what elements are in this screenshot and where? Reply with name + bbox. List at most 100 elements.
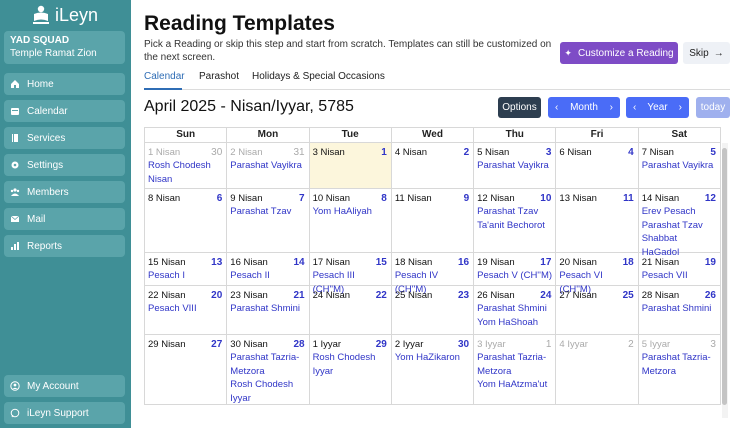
app-logo[interactable]: iLeyn [32,4,98,26]
nav-item-mail[interactable]: Mail [4,208,125,230]
calendar-event[interactable]: Pesach II [230,269,305,283]
calendar-event[interactable]: Parashat Tazria-Metzora [642,351,717,378]
nav-item-support[interactable]: iLeyn Support [4,402,125,424]
calendar-day-cell[interactable]: 10 Nisan 8 Yom HaAliyah [310,189,392,252]
nav-item-calendar[interactable]: Calendar [4,100,125,122]
calendar-event[interactable]: Parashat Vayikra [642,159,717,173]
calendar-event[interactable]: Yom HaShoah [477,316,552,330]
calendar-week-row: 8 Nisan 6 9 Nisan 7 Parashat Tzav 10 Nisan 8 Yo… [145,189,721,258]
options-button[interactable]: Options [498,97,541,118]
calendar-day-cell[interactable]: 3 Iyyar 1 Parashat Tazria-Metzora Yom HaAtz… [474,335,557,404]
calendar-event[interactable]: Parashat Shmini [477,302,552,316]
prev-year-button[interactable]: ‹ [633,102,636,113]
gregorian-date: 22 [375,290,387,301]
calendar-day-cell[interactable]: 11 Nisan 9 [392,189,475,252]
customize-reading-button[interactable]: ✦ Customize a Reading [560,42,678,64]
calendar-event[interactable]: Rosh Chodesh Iyyar [230,378,305,405]
calendar-event[interactable]: Parashat Shmini [642,302,717,316]
calendar-day-cell[interactable]: 16 Nisan 14 Pesach II [227,253,310,285]
calendar-day-cell[interactable]: 27 Nisan 25 [556,286,639,334]
calendar-day-cell[interactable]: 18 Nisan 16 Pesach IV (CH''M) [392,253,475,295]
tab-calendar[interactable]: Calendar [144,68,185,90]
tab-parashot[interactable]: Parashot [199,68,239,90]
calendar-day-cell[interactable]: 26 Nisan 24 Parashat Shmini Yom HaShoah [474,286,557,334]
calendar-day-cell[interactable]: 2 Iyyar 30 Yom HaZikaron [392,335,475,404]
calendar-scroll-thumb[interactable] [722,148,727,405]
calendar-day-cell[interactable]: 12 Nisan 10 Parashat Tzav Ta'anit Bechorot [474,189,557,252]
calendar-event[interactable]: Parashat Tazria-Metzora [230,351,305,378]
nav-item-members[interactable]: Members [4,181,125,203]
calendar-event[interactable]: Pesach VII [642,269,717,283]
calendar-event[interactable]: Rosh Chodesh Nisan [148,159,223,186]
calendar-event[interactable]: Parashat Tazria-Metzora [477,351,552,378]
gregorian-date: 18 [622,257,634,268]
calendar-day-cell[interactable]: 30 Nisan 28 Parashat Tazria-Metzora Rosh Ch… [227,335,310,405]
calendar-event[interactable]: Yom HaAliyah [313,205,388,219]
calendar-day-cell[interactable]: 9 Nisan 7 Parashat Tzav [227,189,310,252]
calendar-event[interactable]: Erev Pesach [642,205,717,219]
calendar-event[interactable]: Parashat Vayikra [477,159,552,173]
hebrew-date: 7 Nisan [641,147,674,158]
calendar-event[interactable]: Parashat Vayikra [230,159,305,173]
calendar-day-cell[interactable]: 5 Iyyar 3 Parashat Tazria-Metzora [639,335,721,404]
calendar-event[interactable]: Pesach I [148,269,223,283]
calendar-event[interactable]: Pesach VIII [148,302,223,316]
skip-button[interactable]: Skip → [683,42,730,64]
gregorian-date: 31 [293,147,305,158]
bar-chart-icon [10,241,20,251]
calendar-day-cell-today[interactable]: 3 Nisan 1 [309,143,392,188]
nav-item-settings[interactable]: Settings [4,154,125,176]
calendar-event[interactable]: Pesach V (CH''M) [477,269,552,283]
calendar-day-cell[interactable]: 22 Nisan 20 Pesach VIII [145,286,228,334]
calendar-day-cell[interactable]: 8 Nisan 6 [145,189,228,252]
calendar-day-cell[interactable]: 1 Nisan 30 Rosh Chodesh Nisan [145,143,228,188]
calendar-event[interactable]: Parashat Shmini [230,302,305,316]
calendar-day-cell[interactable]: 29 Nisan 27 [145,335,228,404]
nav-item-my-account[interactable]: My Account [4,375,125,397]
nav-item-home[interactable]: Home [4,73,125,95]
nav-item-reports[interactable]: Reports [4,235,125,257]
day-of-week-header: Sun [145,127,228,143]
calendar-event[interactable]: Ta'anit Bechorot [477,219,552,233]
prev-month-button[interactable]: ‹ [555,102,558,113]
calendar-day-cell[interactable]: 25 Nisan 23 [392,286,475,334]
next-month-button[interactable]: › [610,102,613,113]
calendar-day-cell[interactable]: 20 Nisan 18 Pesach VI (CH''M) [556,253,639,295]
tab-holidays[interactable]: Holidays & Special Occasions [252,68,385,90]
hebrew-date: 3 Nisan [312,147,345,158]
calendar-day-cell[interactable]: 24 Nisan 22 [310,286,392,334]
calendar-event[interactable]: Parashat Tzav [230,205,305,219]
calendar-day-cell[interactable]: 15 Nisan 13 Pesach I [145,253,228,285]
calendar-event[interactable]: Rosh Chodesh Iyyar [313,351,388,378]
gregorian-date: 9 [463,193,470,204]
calendar-day-cell[interactable]: 4 Iyyar 2 [556,335,639,404]
calendar-event[interactable]: Yom HaZikaron [395,351,470,365]
calendar-event[interactable]: Parashat Tzav [477,205,552,219]
next-year-button[interactable]: › [679,102,682,113]
calendar-day-cell[interactable]: 6 Nisan 4 [556,143,639,188]
calendar-day-cell[interactable]: 4 Nisan 2 [392,143,475,188]
calendar-day-cell[interactable]: 23 Nisan 21 Parashat Shmini [227,286,310,334]
nav-item-label: Calendar [27,105,68,117]
calendar-day-cell[interactable]: 7 Nisan 5 Parashat Vayikra [639,143,721,188]
calendar-day-cell[interactable]: 28 Nisan 26 Parashat Shmini [639,286,721,334]
gregorian-date: 24 [540,290,552,301]
calendar-event[interactable]: Yom HaAtzma'ut [477,378,552,392]
calendar-day-cell[interactable]: 17 Nisan 15 Pesach III (CH''M) [310,253,392,295]
calendar-day-cell[interactable]: 21 Nisan 19 Pesach VII [639,253,721,285]
gregorian-date: 23 [458,290,470,301]
calendar-event[interactable]: Parashat Tzav [642,219,717,233]
calendar-day-cell[interactable]: 2 Nisan 31 Parashat Vayikra [227,143,310,188]
org-selector[interactable]: YAD SQUAD Temple Ramat Zion [4,31,125,64]
nav-item-services[interactable]: Services [4,127,125,149]
calendar-day-cell[interactable]: 13 Nisan 11 [556,189,639,252]
day-of-week-header: Tue [309,127,392,143]
day-of-week-header: Sat [638,127,721,143]
calendar-day-cell[interactable]: 1 Iyyar 29 Rosh Chodesh Iyyar [310,335,392,404]
calendar-day-cell[interactable]: 5 Nisan 3 Parashat Vayikra [474,143,557,188]
calendar-day-cell[interactable]: 19 Nisan 17 Pesach V (CH''M) [474,253,557,285]
today-button[interactable]: today [696,97,730,118]
gregorian-date: 3 [545,147,552,158]
calendar-day-cell[interactable]: 14 Nisan 12 Erev Pesach Parashat Tzav Shabba… [639,189,721,258]
gregorian-date: 12 [704,193,716,204]
